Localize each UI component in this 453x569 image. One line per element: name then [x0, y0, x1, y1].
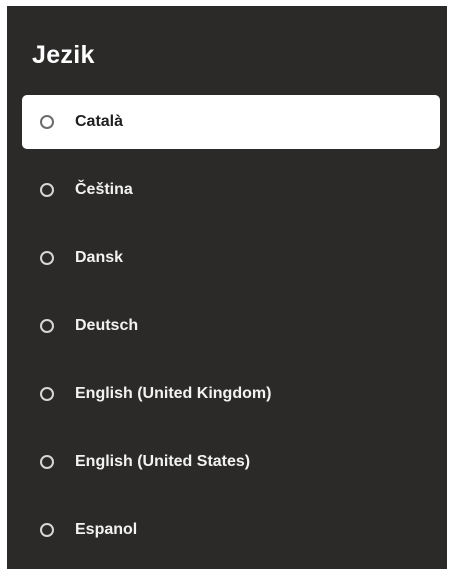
language-option-label: Deutsch	[75, 317, 139, 334]
radio-button-icon[interactable]	[40, 523, 54, 537]
radio-button-icon[interactable]	[40, 455, 54, 469]
radio-button-icon[interactable]	[40, 183, 54, 197]
language-option-label: English (United States)	[75, 453, 251, 470]
language-option-cestina[interactable]: Čeština	[22, 163, 440, 217]
language-option-label: English (United Kingdom)	[75, 385, 272, 402]
language-option-label: Dansk	[75, 249, 124, 266]
language-dialog: Jezik Català Čeština Dansk Deutsch Engli…	[7, 6, 447, 569]
radio-button-icon[interactable]	[40, 115, 54, 129]
language-option-english-us[interactable]: English (United States)	[22, 435, 440, 489]
dialog-title: Jezik	[32, 41, 95, 69]
language-option-espanol[interactable]: Espanol	[22, 503, 440, 557]
language-option-catala[interactable]: Català	[22, 95, 440, 149]
radio-button-icon[interactable]	[40, 251, 54, 265]
language-option-deutsch[interactable]: Deutsch	[22, 299, 440, 353]
language-option-label: Čeština	[75, 181, 133, 198]
language-option-dansk[interactable]: Dansk	[22, 231, 440, 285]
language-option-label: Català	[75, 113, 124, 130]
radio-button-icon[interactable]	[40, 387, 54, 401]
language-option-english-uk[interactable]: English (United Kingdom)	[22, 367, 440, 421]
radio-button-icon[interactable]	[40, 319, 54, 333]
language-option-label: Espanol	[75, 521, 138, 538]
